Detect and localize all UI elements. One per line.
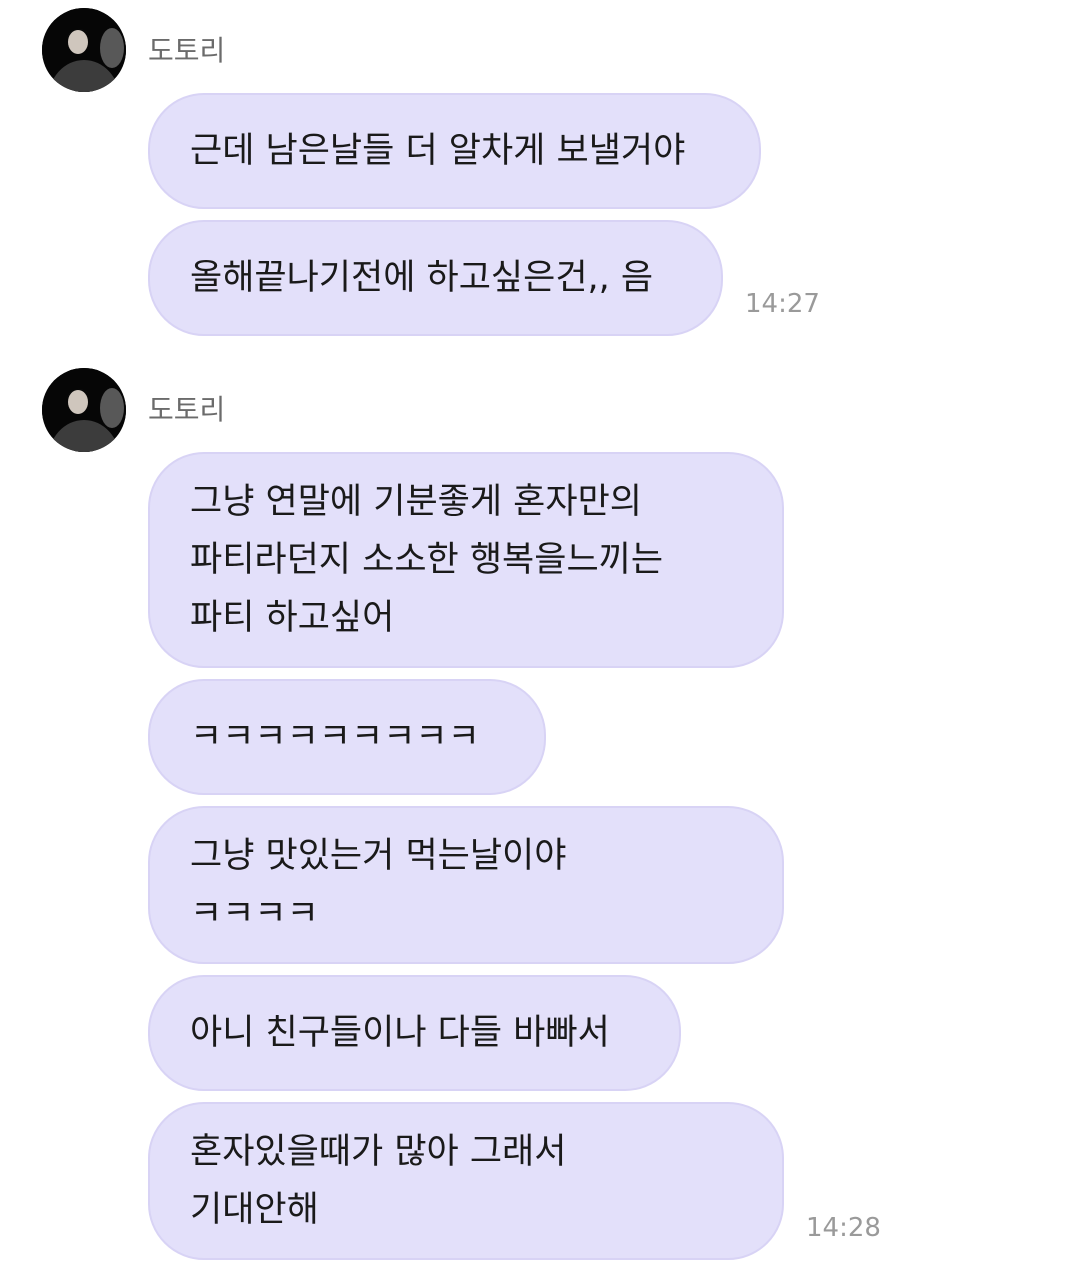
- message-bubble[interactable]: 근데 남은날들 더 알차게 보낼거야: [148, 93, 761, 209]
- avatar-photo-icon: [42, 368, 126, 452]
- message-text: 아니 친구들이나 다들 바빠서: [190, 1013, 610, 1053]
- message-text: 근데 남은날들 더 알차게 보낼거야: [190, 131, 686, 171]
- message-bubble[interactable]: 그냥 연말에 기분좋게 혼자만의 파티라던지 소소한 행복을느끼는 파티 하고싶…: [148, 452, 784, 668]
- message-text: 올해끝나기전에 하고싶은건,, 음: [190, 258, 654, 298]
- message-bubble[interactable]: 아니 친구들이나 다들 바빠서: [148, 975, 681, 1091]
- message-bubble[interactable]: ㅋㅋㅋㅋㅋㅋㅋㅋㅋ: [148, 679, 546, 795]
- message-text: 혼자있을때가 많아 그래서 기대안해: [190, 1132, 567, 1230]
- message-text: 그냥 맛있는거 먹는날이야 ㅋㅋㅋㅋ: [190, 836, 567, 934]
- message-time: 14:28: [806, 1213, 881, 1243]
- sender-avatar[interactable]: [42, 8, 126, 92]
- message-bubble[interactable]: 그냥 맛있는거 먹는날이야 ㅋㅋㅋㅋ: [148, 806, 784, 964]
- message-text: ㅋㅋㅋㅋㅋㅋㅋㅋㅋ: [190, 717, 480, 757]
- avatar-photo-icon: [42, 8, 126, 92]
- sender-avatar[interactable]: [42, 368, 126, 452]
- message-bubble[interactable]: 올해끝나기전에 하고싶은건,, 음: [148, 220, 723, 336]
- sender-name: 도토리: [148, 34, 226, 67]
- message-text: 그냥 연말에 기분좋게 혼자만의 파티라던지 소소한 행복을느끼는 파티 하고싶…: [190, 482, 664, 638]
- message-time: 14:27: [745, 289, 820, 319]
- message-bubble[interactable]: 혼자있을때가 많아 그래서 기대안해: [148, 1102, 784, 1260]
- sender-name: 도토리: [148, 393, 226, 426]
